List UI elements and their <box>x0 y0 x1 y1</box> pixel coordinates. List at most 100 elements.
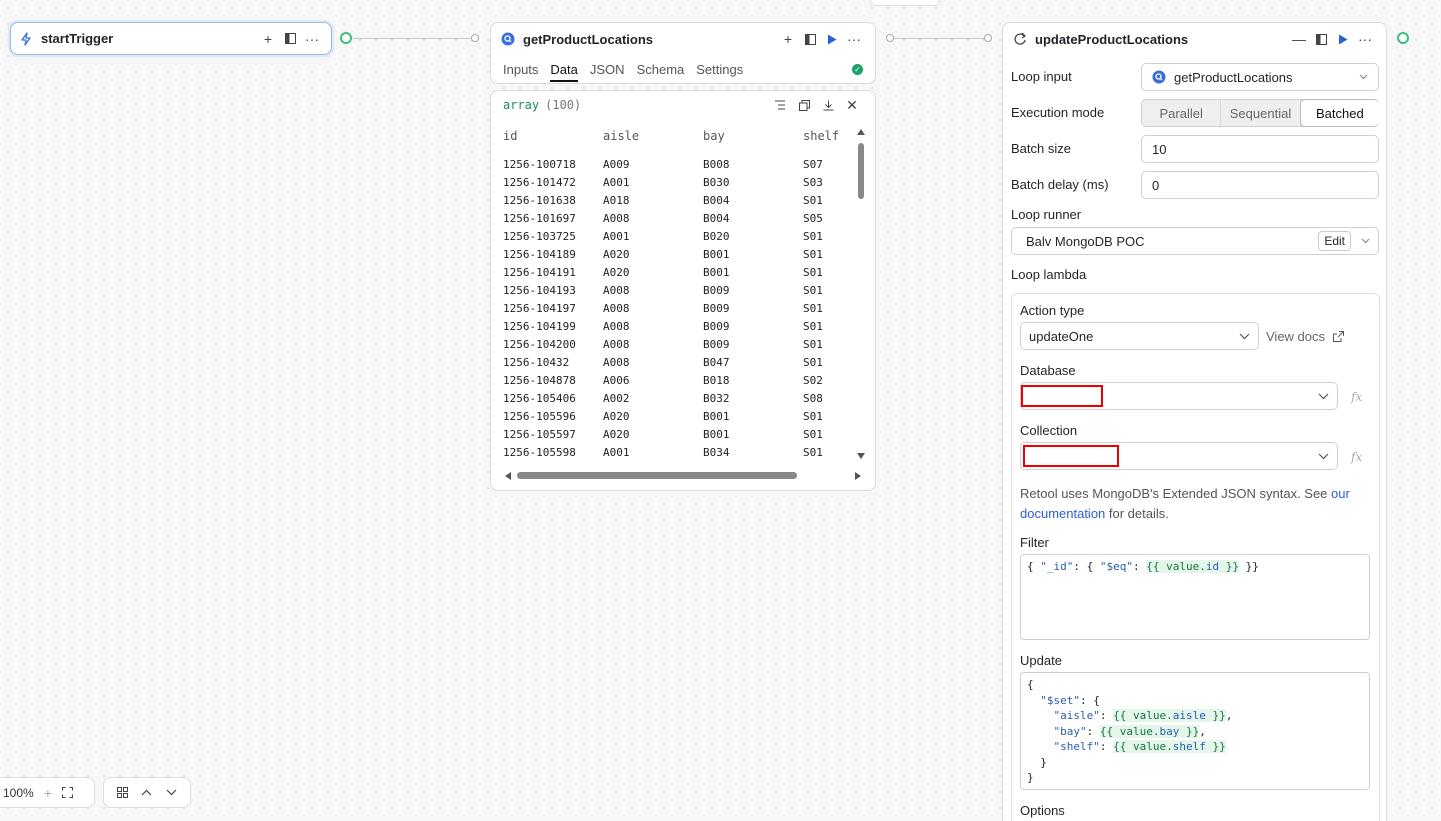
batch-delay-input[interactable]: 0 <box>1141 171 1379 199</box>
table-cell: S07 <box>803 157 823 171</box>
start-trigger-node[interactable]: startTrigger + ··· <box>10 22 332 55</box>
more-icon[interactable]: ··· <box>843 28 865 50</box>
fit-view-icon[interactable] <box>61 787 73 798</box>
table-cell: A008 <box>603 319 630 333</box>
docs-link[interactable]: documentation <box>1020 506 1105 521</box>
column-header[interactable]: bay <box>703 129 803 155</box>
zoom-level: 100% <box>3 785 34 800</box>
table-cell: 1256-104878 <box>503 373 576 387</box>
horizontal-scrollbar[interactable] <box>505 472 861 480</box>
chevron-down-icon[interactable] <box>166 789 177 796</box>
table-cell: 1256-101697 <box>503 211 576 225</box>
more-icon[interactable]: ··· <box>1354 28 1376 50</box>
column-header[interactable]: shelf <box>803 129 853 155</box>
table-row: 1256-100718 A009 B008 S07 <box>503 155 853 173</box>
tab-schema[interactable]: Schema <box>637 62 685 77</box>
table-cell: S01 <box>803 301 823 315</box>
add-icon[interactable]: + <box>777 28 799 50</box>
redacted-value <box>1021 385 1103 407</box>
table-cell: A008 <box>603 211 630 225</box>
more-icon[interactable]: ··· <box>301 28 323 50</box>
get-product-locations-node[interactable]: getProductLocations + ··· Inputs Data JS… <box>490 22 876 84</box>
filter-editor[interactable]: { "_id": { "$eq": {{ value.id }} }} <box>1020 554 1370 640</box>
close-icon[interactable]: ✕ <box>841 94 863 116</box>
loop-runner-select[interactable]: Balv MongoDB POC Edit <box>1011 227 1379 255</box>
chevron-down-icon <box>1361 238 1370 244</box>
panel-icon[interactable] <box>1310 28 1332 50</box>
action-type-select[interactable]: updateOne <box>1020 322 1259 350</box>
update-editor[interactable]: { "$set": { "aisle": {{ value.aisle }}, … <box>1020 672 1370 790</box>
table-cell: B009 <box>703 301 730 315</box>
navigation-controls <box>103 777 191 808</box>
download-icon[interactable] <box>817 94 839 116</box>
mode-sequential[interactable]: Sequential <box>1221 100 1301 126</box>
table-cell: B020 <box>703 229 730 243</box>
collapsed-panel-tab[interactable] <box>870 0 940 6</box>
panel-icon[interactable] <box>799 28 821 50</box>
output-port[interactable] <box>1397 32 1409 44</box>
output-port[interactable] <box>340 32 352 44</box>
fx-icon[interactable]: fx <box>1351 450 1362 464</box>
table-cell: 1256-104191 <box>503 265 576 279</box>
loop-input-select[interactable]: getProductLocations <box>1141 63 1379 91</box>
chevron-down-icon <box>1318 453 1329 460</box>
table-cell: B004 <box>703 211 730 225</box>
grid-icon[interactable] <box>116 787 128 798</box>
run-icon[interactable] <box>1332 28 1354 50</box>
docs-link[interactable]: our <box>1331 486 1350 501</box>
mode-batched[interactable]: Batched <box>1299 99 1379 127</box>
copy-icon[interactable] <box>793 94 815 116</box>
zoom-in-icon[interactable]: + <box>44 785 52 801</box>
node-title: updateProductLocations <box>1035 31 1189 47</box>
table-row: 1256-101697 A008 B004 S05 <box>503 209 853 227</box>
view-docs-link[interactable]: View docs <box>1266 329 1345 344</box>
chevron-down-icon <box>1318 393 1329 400</box>
table-cell: 1256-100718 <box>503 157 576 171</box>
table-cell: B009 <box>703 283 730 297</box>
input-port[interactable] <box>471 34 479 42</box>
fx-icon[interactable]: fx <box>1351 390 1362 404</box>
table-row: 1256-10432 A008 B047 S01 <box>503 353 853 371</box>
table-cell: 1256-103725 <box>503 229 576 243</box>
edit-button[interactable]: Edit <box>1318 231 1351 251</box>
column-header[interactable]: id <box>503 129 603 155</box>
table-cell: B004 <box>703 193 730 207</box>
batch-size-input[interactable]: 10 <box>1141 135 1379 163</box>
add-icon[interactable]: + <box>257 28 279 50</box>
table-cell: S01 <box>803 229 823 243</box>
input-port[interactable] <box>984 34 992 42</box>
execution-mode-label: Execution mode <box>1011 105 1105 120</box>
node-title: getProductLocations <box>523 31 654 47</box>
lightning-icon <box>19 31 33 46</box>
chevron-up-icon[interactable] <box>141 789 152 796</box>
mode-parallel[interactable]: Parallel <box>1142 100 1222 126</box>
panel-icon[interactable] <box>279 28 301 50</box>
tab-inputs[interactable]: Inputs <box>503 62 538 77</box>
run-icon[interactable] <box>821 28 843 50</box>
tab-data[interactable]: Data <box>550 62 578 82</box>
column-header[interactable]: aisle <box>603 129 703 155</box>
collection-select[interactable] <box>1020 442 1338 470</box>
database-select[interactable] <box>1020 382 1338 410</box>
table-row: 1256-101638 A018 B004 S01 <box>503 191 853 209</box>
table-cell: B008 <box>703 157 730 171</box>
vertical-scrollbar[interactable] <box>857 129 865 459</box>
table-cell: A020 <box>603 247 630 261</box>
table-cell: S03 <box>803 175 823 189</box>
table-cell: S05 <box>803 211 823 225</box>
note-text: Retool uses MongoDB's Extended JSON synt… <box>1020 486 1332 501</box>
table-cell: S08 <box>803 391 823 405</box>
table-row: 1256-105596 A020 B001 S01 <box>503 407 853 425</box>
output-port[interactable] <box>886 34 894 42</box>
table-cell: B030 <box>703 175 730 189</box>
table-cell: 1256-104200 <box>503 337 576 351</box>
list-icon[interactable] <box>769 94 791 116</box>
table-cell: A001 <box>603 229 630 243</box>
tab-settings[interactable]: Settings <box>696 62 743 77</box>
minimize-icon[interactable]: — <box>1288 28 1310 50</box>
data-count-label: (100) <box>545 98 582 112</box>
table-cell: 1256-104197 <box>503 301 576 315</box>
table-cell: A008 <box>603 337 630 351</box>
batch-delay-label: Batch delay (ms) <box>1011 177 1109 192</box>
tab-json[interactable]: JSON <box>590 62 625 77</box>
